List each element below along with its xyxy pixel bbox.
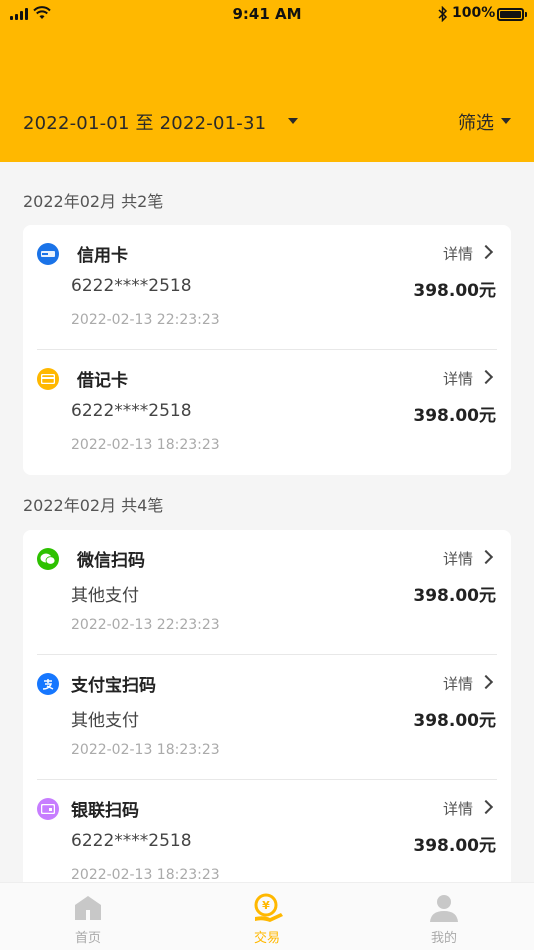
payment-type: 其他支付 bbox=[71, 711, 139, 731]
tab-label: 我的 bbox=[430, 931, 457, 946]
caret-down-icon[interactable] bbox=[501, 118, 511, 124]
group-title: 2022年02月 共2笔 bbox=[23, 192, 164, 211]
chevron-right-icon[interactable] bbox=[478, 369, 494, 385]
group-title: 2022年02月 共4笔 bbox=[23, 496, 164, 515]
tab-profile[interactable]: 我的 bbox=[394, 883, 494, 950]
detail-link[interactable]: 详情 bbox=[443, 243, 473, 264]
payment-method-name: 信用卡 bbox=[77, 246, 128, 266]
status-bar: 9:41 AM 100% bbox=[0, 0, 534, 30]
unionpay-icon bbox=[37, 243, 59, 265]
svg-text:¥: ¥ bbox=[262, 899, 270, 912]
amount: 398.00元 bbox=[413, 586, 496, 606]
amount: 398.00元 bbox=[413, 836, 496, 856]
date-range-selector[interactable]: 2022-01-01 至 2022-01-31 bbox=[23, 109, 266, 135]
transaction-item[interactable]: 支付宝扫码 详情 其他支付 398.00元 2022-02-13 18:23:2… bbox=[23, 655, 511, 779]
transaction-item[interactable]: 借记卡 详情 6222****2518 398.00元 2022-02-13 1… bbox=[23, 350, 511, 474]
card-number: 6222****2518 bbox=[71, 831, 192, 851]
detail-link[interactable]: 详情 bbox=[443, 548, 473, 569]
detail-link[interactable]: 详情 bbox=[443, 673, 473, 694]
transaction-card: 信用卡 详情 6222****2518 398.00元 2022-02-13 2… bbox=[23, 225, 511, 475]
transaction-time: 2022-02-13 18:23:23 bbox=[71, 867, 220, 883]
battery-icon bbox=[497, 8, 527, 21]
payment-type: 其他支付 bbox=[71, 586, 139, 606]
card-number: 6222****2518 bbox=[71, 401, 192, 421]
detail-link[interactable]: 详情 bbox=[443, 798, 473, 819]
chevron-right-icon[interactable] bbox=[478, 244, 494, 260]
bluetooth-icon bbox=[438, 6, 448, 22]
battery-percent: 100% bbox=[452, 5, 496, 21]
card-number: 6222****2518 bbox=[71, 276, 192, 296]
home-icon bbox=[75, 896, 101, 920]
user-icon bbox=[430, 895, 458, 922]
payment-method-name: 微信扫码 bbox=[77, 551, 145, 571]
tab-label: 交易 bbox=[253, 931, 280, 946]
unionpay-qr-icon bbox=[37, 798, 59, 820]
transaction-card: 微信扫码 详情 其他支付 398.00元 2022-02-13 22:23:23… bbox=[23, 530, 511, 930]
card-icon bbox=[37, 368, 59, 390]
tab-home[interactable]: 首页 bbox=[38, 883, 138, 950]
transaction-time: 2022-02-13 22:23:23 bbox=[71, 312, 220, 328]
chevron-right-icon[interactable] bbox=[478, 799, 494, 815]
caret-down-icon[interactable] bbox=[288, 118, 298, 124]
payment-method-name: 支付宝扫码 bbox=[71, 676, 156, 696]
transaction-time: 2022-02-13 18:23:23 bbox=[71, 742, 220, 758]
filter-button[interactable]: 筛选 bbox=[458, 109, 494, 135]
tab-transaction[interactable]: ¥ 交易 bbox=[217, 883, 317, 950]
payment-method-name: 银联扫码 bbox=[71, 801, 139, 821]
detail-link[interactable]: 详情 bbox=[443, 368, 473, 389]
amount: 398.00元 bbox=[413, 711, 496, 731]
transaction-item[interactable]: 信用卡 详情 6222****2518 398.00元 2022-02-13 2… bbox=[23, 225, 511, 349]
wechat-icon bbox=[37, 548, 59, 570]
transaction-item[interactable]: 微信扫码 详情 其他支付 398.00元 2022-02-13 22:23:23 bbox=[23, 530, 511, 654]
tab-bar: 首页 ¥ 交易 我的 bbox=[0, 882, 534, 950]
payment-method-name: 借记卡 bbox=[77, 371, 128, 391]
tab-label: 首页 bbox=[74, 931, 101, 946]
chevron-right-icon[interactable] bbox=[478, 549, 494, 565]
alipay-icon bbox=[37, 673, 59, 695]
amount: 398.00元 bbox=[413, 406, 496, 426]
transaction-icon: ¥ bbox=[254, 893, 283, 922]
amount: 398.00元 bbox=[413, 281, 496, 301]
transaction-time: 2022-02-13 18:23:23 bbox=[71, 437, 220, 453]
chevron-right-icon[interactable] bbox=[478, 674, 494, 690]
transaction-time: 2022-02-13 22:23:23 bbox=[71, 617, 220, 633]
